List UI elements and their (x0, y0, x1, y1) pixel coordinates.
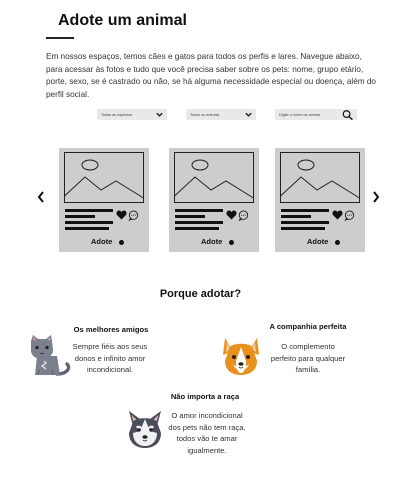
benefit-title-no-breed: Não importa a raça (170, 392, 240, 401)
search-icon[interactable] (341, 109, 354, 121)
title-underline (46, 37, 74, 39)
why-adopt-heading: Porque adotar? (159, 288, 242, 300)
pet-info-lines (281, 209, 329, 233)
chevron-down-icon (245, 112, 252, 117)
pet-card[interactable]: Adote (275, 148, 365, 252)
adopt-button[interactable]: Adote (201, 237, 222, 246)
chat-bubble-icon[interactable] (238, 210, 249, 221)
adopt-button[interactable]: Adote (307, 237, 328, 246)
pet-card[interactable]: Adote (169, 148, 259, 252)
husky-dog-icon (129, 411, 161, 448)
carousel-next-arrow-icon[interactable] (371, 190, 381, 204)
benefit-text-best-friends: Sempre fiéis aos seus donos e infinito a… (72, 342, 148, 374)
image-placeholder-icon (174, 152, 254, 203)
adopt-button[interactable]: Adote (91, 237, 112, 246)
chat-bubble-icon[interactable] (344, 210, 355, 221)
chevron-down-icon (156, 112, 163, 117)
benefit-title-best-friends: Os melhores amigos (73, 325, 149, 334)
animal-select[interactable]: Todos os animais (186, 109, 256, 120)
heart-icon[interactable] (332, 210, 343, 220)
intro-text: Em nossos espaços, temos cães e gatos pa… (46, 52, 376, 99)
pet-info-lines (175, 209, 223, 233)
benefit-text-perfect-company: O complemento perfeito para qualquer fam… (270, 342, 346, 374)
heart-icon[interactable] (226, 210, 237, 220)
page-title: Adote um animal (58, 12, 187, 29)
pet-card[interactable]: Adote (59, 148, 149, 252)
pet-info-lines (65, 209, 113, 233)
benefit-text-no-breed: O amor incondicional dos pets não tem ra… (168, 411, 246, 455)
species-select-value: Todas as espécies (101, 112, 133, 117)
carousel-prev-arrow-icon[interactable] (36, 190, 46, 204)
image-placeholder-icon (280, 152, 360, 203)
arrow-circle-icon[interactable] (229, 240, 234, 245)
search-placeholder: Digite o nome do animal (279, 112, 320, 117)
chat-bubble-icon[interactable] (128, 210, 139, 221)
benefit-title-perfect-company: A companhia perfeita (269, 322, 347, 331)
corgi-dog-icon (223, 338, 259, 375)
image-placeholder-icon (64, 152, 144, 203)
arrow-circle-icon[interactable] (335, 240, 340, 245)
heart-icon[interactable] (116, 210, 127, 220)
arrow-circle-icon[interactable] (119, 240, 124, 245)
animal-select-value: Todos os animais (190, 112, 220, 117)
species-select[interactable]: Todas as espécies (97, 109, 167, 120)
animal-search-input[interactable]: Digite o nome do animal (275, 109, 357, 121)
